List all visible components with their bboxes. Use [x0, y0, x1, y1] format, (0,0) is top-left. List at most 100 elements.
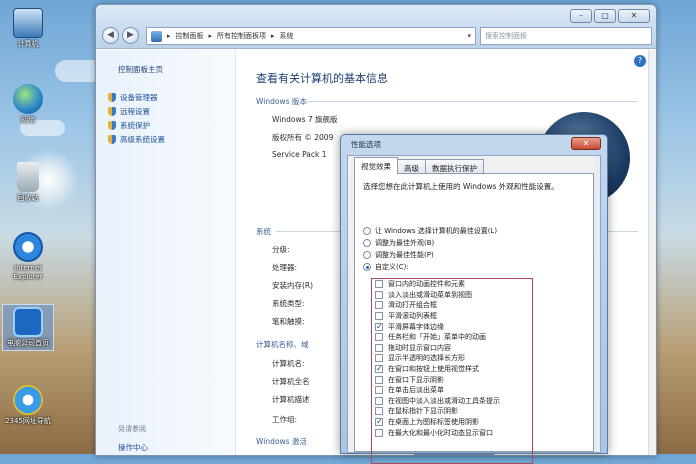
breadcrumb-item-system[interactable]: 系统: [280, 31, 294, 41]
visual-effect-option[interactable]: 拖动时显示窗口内容: [372, 343, 532, 354]
option-label: 在鼠标指针下显示阴影: [388, 407, 458, 416]
tab-visual-effects[interactable]: 视觉效果: [354, 157, 398, 174]
address-bar[interactable]: ▸ 控制面板 ▸ 所有控制面板项 ▸ 系统 ▾: [146, 27, 476, 45]
internet-explorer-icon: [13, 232, 43, 262]
visual-effect-option[interactable]: 在窗口下显示阴影: [372, 374, 532, 385]
task-label: 高级系统设置: [120, 134, 165, 144]
visual-effects-panel: 选择您想在此计算机上使用的 Windows 外观和性能设置。 让 Windows…: [354, 173, 594, 464]
back-button[interactable]: ◀: [102, 27, 119, 44]
maximize-button[interactable]: ▢: [594, 9, 616, 23]
checkbox-unchecked[interactable]: [375, 428, 383, 437]
close-button[interactable]: ✕: [618, 9, 650, 23]
divider: [306, 101, 638, 102]
visual-effect-option[interactable]: 在单击后淡出菜单: [372, 385, 532, 396]
visual-effect-option[interactable]: ✓ 在窗口和按钮上使用视觉样式: [372, 364, 532, 375]
control-panel-home-link[interactable]: 控制面板主页: [118, 64, 163, 75]
visual-effect-option[interactable]: ✓ 在桌面上为图标标签使用阴影: [372, 417, 532, 428]
checkbox-checked[interactable]: ✓: [375, 418, 383, 427]
radio-best-appearance[interactable]: 调整为最佳外观(B): [363, 237, 497, 249]
forward-button[interactable]: ▶: [122, 27, 139, 44]
radio-indicator: [363, 227, 371, 235]
dialog-close-button[interactable]: ✕: [571, 137, 601, 150]
desktop-icon-ie-shortcut[interactable]: 电脑公司首页: [2, 304, 54, 351]
vertical-scrollbar[interactable]: [648, 50, 656, 455]
checkbox-unchecked[interactable]: [375, 333, 383, 342]
radio-label: 让 Windows 选择计算机的最佳设置(L): [375, 227, 498, 235]
task-label: 远程设置: [120, 106, 150, 116]
preset-radio-group: 让 Windows 选择计算机的最佳设置(L) 调整为最佳外观(B) 调整为最佳…: [363, 225, 497, 273]
desktop-icon-internet-explorer[interactable]: Internet Explorer: [3, 232, 53, 282]
shield-icon: [108, 134, 116, 144]
task-label: 系统保护: [120, 120, 150, 130]
radio-label: 调整为最佳性能(P): [375, 251, 434, 259]
breadcrumb-item-all-items[interactable]: 所有控制面板项: [217, 31, 266, 41]
breadcrumb-item-control-panel[interactable]: 控制面板: [176, 31, 204, 41]
desktop-icon-ie-shortcut-2[interactable]: 2345网址导航: [3, 385, 53, 426]
desktop-icon-computer[interactable]: 计算机: [3, 8, 53, 49]
task-list: 设备管理器 远程设置 系统保护 高级系统设置: [108, 90, 165, 146]
minimize-button[interactable]: –: [570, 9, 592, 23]
computer-label: 工作组:: [272, 415, 298, 424]
radio-label: 自定义(C):: [375, 263, 409, 271]
checkbox-unchecked[interactable]: [375, 375, 383, 384]
tab-advanced[interactable]: 高级: [397, 159, 426, 174]
task-advanced-system-settings[interactable]: 高级系统设置: [108, 132, 165, 146]
section-computer-name: 计算机名称、域: [256, 340, 309, 349]
chevron-down-icon[interactable]: ▾: [467, 32, 471, 40]
tab-data-execution-prevention[interactable]: 数据执行保护: [425, 159, 484, 174]
system-label: 系统类型:: [272, 299, 305, 308]
radio-best-performance[interactable]: 调整为最佳性能(P): [363, 249, 497, 261]
option-label: 在最大化和最小化时动态显示窗口: [388, 428, 493, 437]
checkbox-unchecked[interactable]: [375, 301, 383, 310]
help-icon[interactable]: ?: [634, 55, 646, 67]
desktop-icon-network[interactable]: 网络: [3, 84, 53, 125]
visual-effect-option[interactable]: ✓ 平滑屏幕字体边缘: [372, 321, 532, 332]
option-label: 在窗口下显示阴影: [388, 375, 444, 384]
checkbox-unchecked[interactable]: [375, 386, 383, 395]
visual-effect-option[interactable]: 在视图中淡入淡出或滑动工具条提示: [372, 396, 532, 407]
breadcrumb-separator: ▸: [167, 32, 171, 40]
search-input[interactable]: 搜索控制面板: [480, 27, 652, 45]
desktop-icon-recycle-bin[interactable]: 回收站: [3, 162, 53, 203]
option-label: 平滑滚动列表框: [388, 312, 437, 321]
action-center-link[interactable]: 操作中心: [118, 442, 148, 453]
visual-effect-option[interactable]: 平滑滚动列表框: [372, 311, 532, 322]
checkbox-unchecked[interactable]: [375, 407, 383, 416]
visual-effect-option[interactable]: 显示半透明的选择长方形: [372, 353, 532, 364]
radio-indicator: [363, 263, 371, 271]
checkbox-unchecked[interactable]: [375, 312, 383, 321]
visual-effect-option[interactable]: 在最大化和最小化时动态显示窗口: [372, 427, 532, 438]
visual-effect-option[interactable]: 淡入淡出或滑动菜单到视图: [372, 290, 532, 301]
breadcrumb-separator: ▸: [208, 32, 213, 40]
computer-label: 计算机名:: [272, 359, 305, 368]
checkbox-checked[interactable]: ✓: [375, 322, 383, 331]
window-caption-buttons: – ▢ ✕: [570, 9, 650, 23]
radio-let-windows-choose[interactable]: 让 Windows 选择计算机的最佳设置(L): [363, 225, 497, 237]
visual-effect-option[interactable]: 窗口内的动画控件和元素: [372, 279, 532, 290]
task-device-manager[interactable]: 设备管理器: [108, 90, 165, 104]
checkbox-unchecked[interactable]: [375, 280, 383, 289]
task-system-protection[interactable]: 系统保护: [108, 118, 165, 132]
dialog-scrollbar[interactable]: [594, 156, 600, 452]
radio-indicator: [363, 239, 371, 247]
checkbox-unchecked[interactable]: [375, 354, 383, 363]
section-windows-edition: Windows 版本: [256, 97, 307, 106]
desktop-icon-label: 电脑公司首页: [7, 339, 49, 347]
checkbox-unchecked[interactable]: [375, 396, 383, 405]
performance-options-dialog: 性能选项 ✕ 视觉效果 高级 数据执行保护 选择您想在此计算机上使用的 Wind…: [340, 134, 608, 464]
system-label: 安装内存(R): [272, 281, 314, 290]
visual-effect-option[interactable]: 滑动打开组合框: [372, 300, 532, 311]
task-label: 设备管理器: [120, 92, 158, 102]
visual-effect-option[interactable]: 在鼠标指针下显示阴影: [372, 406, 532, 417]
task-remote-settings[interactable]: 远程设置: [108, 104, 165, 118]
radio-custom[interactable]: 自定义(C):: [363, 261, 497, 273]
checkbox-unchecked[interactable]: [375, 290, 383, 299]
page-title: 查看有关计算机的基本信息: [256, 72, 388, 85]
visual-effect-option[interactable]: 任务栏和「开始」菜单中的动画: [372, 332, 532, 343]
checkbox-unchecked[interactable]: [375, 343, 383, 352]
navigation-buttons: ◀ ▶: [102, 27, 139, 44]
desktop-icon-label: 回收站: [17, 194, 39, 202]
checkbox-checked[interactable]: ✓: [375, 365, 383, 374]
dialog-tabs: 视觉效果 高级 数据执行保护: [354, 157, 484, 174]
system-label: 处理器:: [272, 263, 298, 272]
